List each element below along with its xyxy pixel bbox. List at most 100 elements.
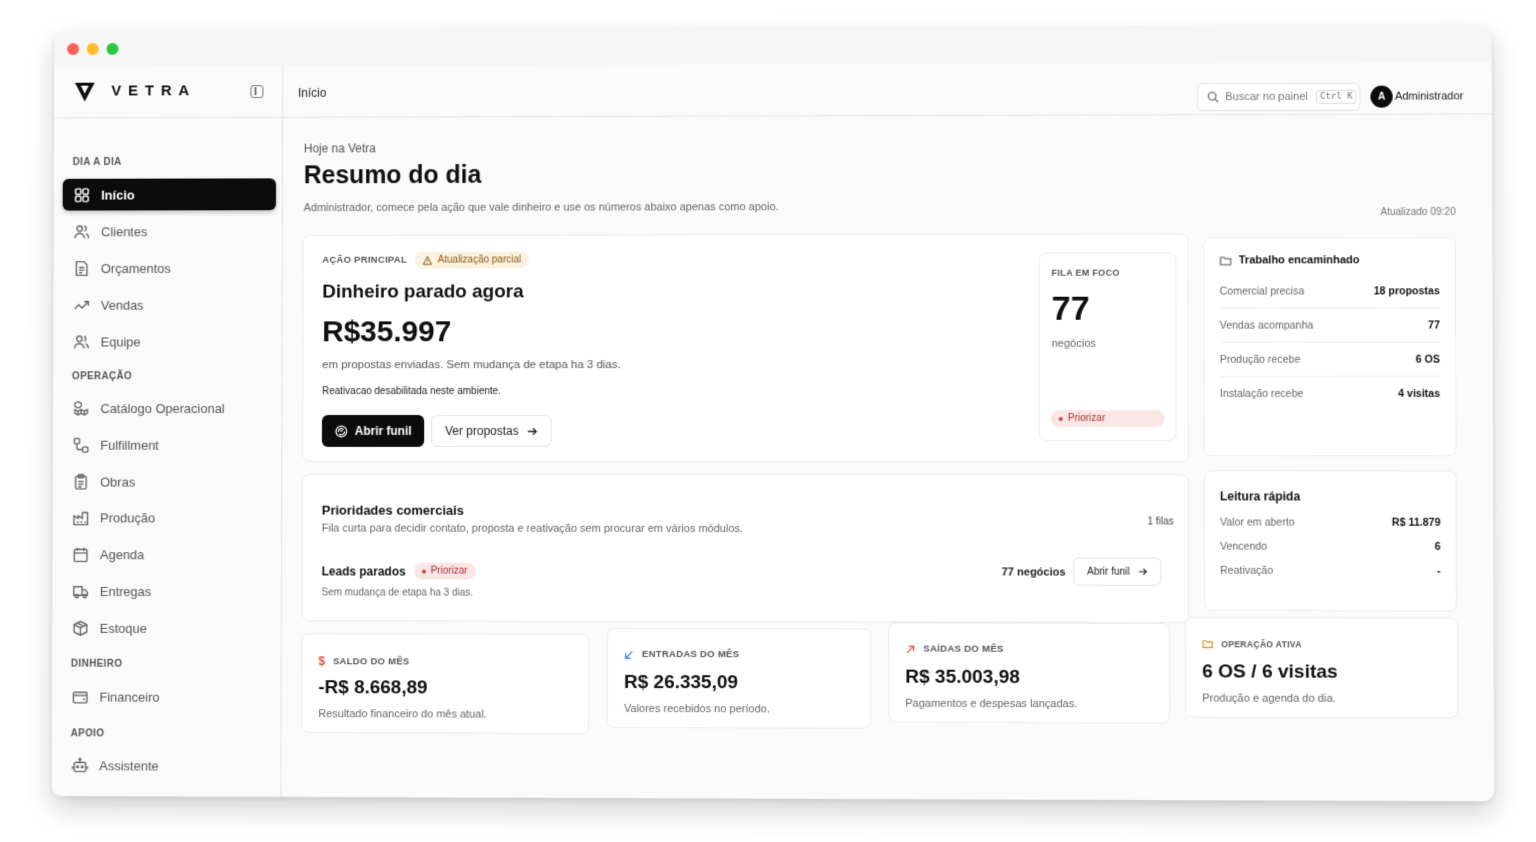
section-apoio: APOIO	[70, 728, 105, 740]
sidebar-item-financeiro[interactable]: Financeiro	[61, 681, 275, 713]
metric-value: R$ 26.335,09	[623, 671, 739, 694]
sidebar-item-label: Orçamentos	[100, 260, 171, 276]
metric-header: $ SALDO DO MÊS	[318, 654, 409, 668]
metric-value: R$ 35.003,98	[905, 666, 1020, 689]
metric-label: SALDO DO MÊS	[333, 655, 410, 667]
row-key: Comercial precisa	[1219, 284, 1305, 298]
close-window-button[interactable]	[67, 43, 80, 56]
arrow-right-icon	[1138, 567, 1148, 577]
sidebar-item-vendas[interactable]: Vendas	[62, 289, 275, 321]
priorities-subtitle: Fila curta para decidir contato, propost…	[321, 522, 744, 536]
priority-badge: Priorizar	[1050, 409, 1165, 428]
brand-name: VETRA	[111, 82, 197, 100]
breadcrumb: Início	[297, 85, 327, 100]
document-icon	[73, 260, 90, 277]
sidebar-item-label: Equipe	[100, 334, 141, 349]
minimize-window-button[interactable]	[86, 43, 99, 55]
focus-count: 77	[1051, 289, 1090, 328]
row-value: -	[1437, 565, 1441, 578]
action-label: AÇÃO PRINCIPAL	[322, 254, 407, 266]
list-item: Reativação -	[1220, 558, 1441, 585]
sidebar-item-label: Financeiro	[99, 689, 160, 705]
user-name[interactable]: Administrador	[1395, 90, 1464, 102]
metric-label: ENTRADAS DO MÊS	[641, 648, 740, 661]
brand-bar: VETRA	[54, 66, 284, 119]
search-shortcut: Ctrl K	[1315, 89, 1357, 104]
boxes-icon	[73, 400, 90, 417]
queue-count: 1 filas	[1147, 516, 1174, 528]
focus-unit: negócios	[1051, 337, 1096, 350]
list-item: Valor em aberto R$ 11.879	[1220, 509, 1440, 535]
lead-row: Leads parados Priorizar	[322, 562, 476, 580]
wallet-icon	[72, 688, 89, 705]
sidebar-item-label: Obras	[100, 474, 136, 490]
lead-desc: Sem mudança de etapa ha 3 dias.	[321, 587, 473, 599]
arrow-right-icon	[527, 425, 538, 436]
sidebar-item-agenda[interactable]: Agenda	[61, 538, 275, 570]
maximize-window-button[interactable]	[106, 42, 119, 55]
metric-value: -R$ 8.668,89	[318, 677, 428, 699]
folder-icon	[1220, 254, 1232, 266]
open-funnel-button[interactable]: Abrir funil	[321, 414, 425, 447]
row-key: Produção recebe	[1219, 353, 1301, 366]
row-value: 4 visitas	[1398, 387, 1441, 400]
row-value: 18 propostas	[1373, 284, 1440, 297]
app-window: VETRA DIA A DIA Início Clientes Orçament…	[51, 26, 1495, 802]
clipboard-icon	[73, 473, 90, 490]
quick-title: Leitura rápida	[1219, 489, 1301, 504]
row-value: 6	[1434, 540, 1441, 553]
sidebar-item-clientes[interactable]: Clientes	[63, 215, 276, 247]
sidebar-item-obras[interactable]: Obras	[62, 466, 276, 498]
view-proposals-button[interactable]: Ver propostas	[431, 414, 552, 447]
grid-icon	[74, 186, 91, 203]
metric-card-saidas: SAÍDAS DO MÊS R$ 35.003,98 Pagamentos e …	[888, 622, 1170, 724]
sidebar-item-fulfillment[interactable]: Fulfillment	[62, 429, 276, 461]
dollar-icon: $	[318, 654, 326, 669]
sidebar-item-entregas[interactable]: Entregas	[61, 575, 275, 607]
action-title: Dinheiro parado agora	[322, 281, 524, 303]
sidebar: VETRA DIA A DIA Início Clientes Orçament…	[51, 66, 284, 797]
metric-desc: Valores recebidos no período.	[623, 702, 770, 716]
sidebar-item-assistente[interactable]: Assistente	[61, 749, 275, 782]
row-key: Valor em aberto	[1220, 516, 1295, 529]
avatar[interactable]: A	[1370, 85, 1393, 108]
sidebar-item-label: Catálogo Operacional	[100, 400, 225, 416]
sidebar-item-estoque[interactable]: Estoque	[61, 612, 275, 644]
sidebar-item-label: Clientes	[101, 223, 148, 239]
row-key: Vendas acompanha	[1219, 319, 1314, 332]
sidebar-item-orcamentos[interactable]: Orçamentos	[62, 252, 275, 284]
work-card: Trabalho encaminhado Comercial precisa 18…	[1203, 237, 1457, 457]
list-item: Comercial precisa 18 propostas	[1219, 274, 1440, 309]
metric-label: SAÍDAS DO MÊS	[923, 643, 1004, 655]
search-input[interactable]: Buscar no painel Ctrl K	[1197, 82, 1361, 112]
trend-icon	[73, 296, 90, 313]
metric-header: ENTRADAS DO MÊS	[624, 649, 739, 660]
list-item: Vencendo 6	[1220, 534, 1440, 560]
row-key: Vencendo	[1220, 540, 1268, 553]
package-icon	[72, 619, 89, 636]
sidebar-item-label: Produção	[100, 509, 156, 525]
metric-header: SAÍDAS DO MÊS	[905, 643, 1004, 655]
button-label: Ver propostas	[445, 423, 519, 438]
title-bar	[54, 26, 1492, 67]
metric-card-entradas: ENTRADAS DO MÊS R$ 26.335,09 Valores rec…	[606, 627, 872, 729]
route-icon	[73, 436, 90, 453]
action-desc: em propostas enviadas. Sem mudança de et…	[322, 359, 621, 372]
sidebar-item-label: Agenda	[99, 546, 145, 562]
sidebar-item-inicio[interactable]: Início	[62, 178, 277, 211]
button-label: Abrir funil	[1087, 566, 1130, 578]
sidebar-toggle-icon[interactable]	[250, 85, 264, 99]
truck-icon	[72, 582, 89, 599]
arrow-up-right-icon	[905, 644, 915, 654]
open-funnel-button[interactable]: Abrir funil	[1072, 557, 1162, 586]
sidebar-item-catalogo[interactable]: Catálogo Operacional	[62, 392, 276, 424]
metric-desc: Produção e agenda do dia.	[1202, 692, 1336, 705]
focus-queue-card: FILA EM FOCO 77 negócios Priorizar	[1038, 252, 1177, 442]
row-key: Reativação	[1220, 564, 1274, 577]
action-note: Reativacao desabilitada neste ambiente.	[322, 386, 501, 398]
dot-icon	[421, 569, 426, 574]
sidebar-item-producao[interactable]: Produção	[62, 501, 276, 533]
row-value: 6 OS	[1415, 353, 1440, 366]
sidebar-item-equipe[interactable]: Equipe	[62, 325, 276, 357]
work-title: Trabalho encaminhado	[1238, 254, 1360, 267]
